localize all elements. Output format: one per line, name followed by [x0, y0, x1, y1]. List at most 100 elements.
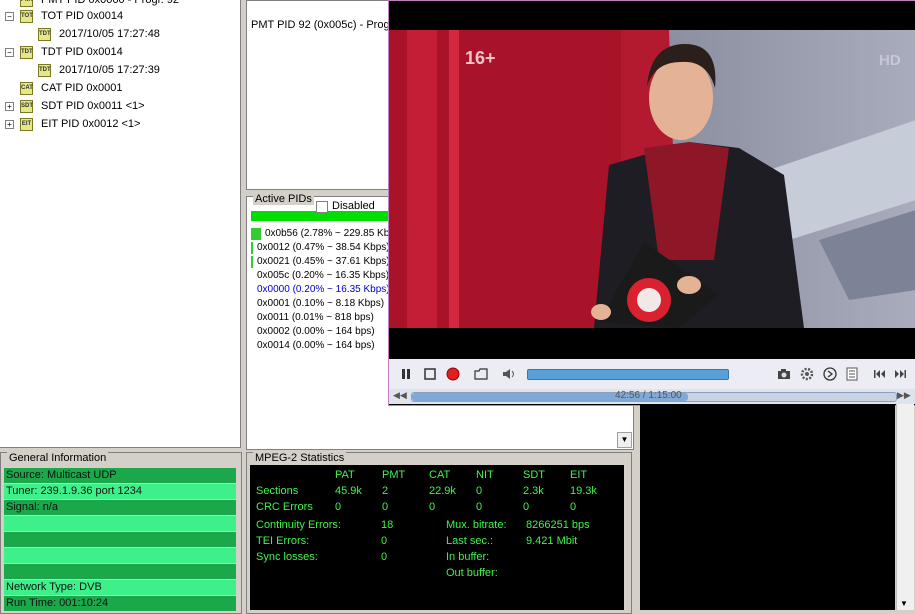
- age-rating-badge: 16+: [465, 48, 496, 68]
- seek-left-arrow-icon[interactable]: ◀◀: [393, 390, 407, 401]
- header-pmt: PMT: [382, 469, 406, 481]
- pid-bitrate-bar: [251, 256, 253, 268]
- pmt-detail-panel: PMT PID 92 (0x005c) - Progr: [246, 0, 390, 190]
- header-eit: EIT: [570, 469, 588, 481]
- last-sec-value: 9.421 Mbit: [526, 535, 578, 547]
- video-image: [389, 30, 915, 328]
- crc-sdt: 0: [523, 501, 530, 513]
- source-row: Source: Multicast UDP: [4, 468, 236, 483]
- preview-panel: [640, 404, 895, 610]
- channel-logo: HD: [879, 52, 901, 69]
- pid-row[interactable]: 0x0021 (0.45% ~ 37.61 Kbps): [257, 255, 390, 269]
- general-info-panel: Source: Multicast UDP Tuner: 239.1.9.36 …: [0, 452, 242, 614]
- tree-node-label[interactable]: SDT PID 0x0011 <1>: [41, 98, 145, 115]
- table-node-icon: TDT: [38, 28, 51, 41]
- tree-expander-icon[interactable]: +: [5, 120, 14, 129]
- record-icon[interactable]: [446, 367, 460, 381]
- vertical-scrollbar[interactable]: ▼: [896, 404, 914, 610]
- sections-sdt: 2.3k: [523, 485, 544, 497]
- tree-expander-icon[interactable]: +: [5, 102, 14, 111]
- mpeg-stats-title: MPEG-2 Statistics: [253, 452, 347, 464]
- mux-bitrate-value: 8266251 bps: [526, 519, 590, 531]
- table-node-icon: TDT: [20, 46, 33, 59]
- sections-pat: 45.9k: [335, 485, 362, 497]
- network-type-row: Network Type: DVB: [4, 580, 236, 595]
- sync-label: Sync losses:: [256, 551, 318, 563]
- tree-node-label[interactable]: EIT PID 0x0012 <1>: [41, 116, 140, 133]
- video-frame[interactable]: 16+ HD: [389, 30, 915, 328]
- tree-expander-icon[interactable]: −: [5, 12, 14, 21]
- sections-nit: 0: [476, 485, 483, 497]
- info-row-empty: [4, 532, 236, 547]
- pid-bitrate-bar: [251, 242, 253, 254]
- volume-slider[interactable]: [527, 369, 729, 380]
- tree-expander-icon[interactable]: −: [5, 48, 14, 57]
- open-folder-icon[interactable]: [474, 367, 488, 381]
- info-row-empty: [4, 516, 236, 531]
- crc-eit: 0: [570, 501, 577, 513]
- scroll-down-button[interactable]: ▼: [617, 432, 632, 448]
- mux-bitrate-label: Mux. bitrate:: [446, 519, 507, 531]
- pid-row[interactable]: 0x0002 (0.00% ~ 164 bps): [257, 325, 375, 339]
- seek-bar-area: ◀◀ 42:56 / 1:15:00 ▶▶: [389, 389, 915, 404]
- info-row-empty: [4, 564, 236, 579]
- tei-value: 0: [381, 535, 388, 547]
- playback-time: 42:56 / 1:15:00: [615, 390, 682, 401]
- video-player-window[interactable]: 16+ HD ◀◀ 42:56 / 1:15:00 ▶▶: [388, 0, 915, 406]
- seek-right-arrow-icon[interactable]: ▶▶: [897, 390, 911, 401]
- crc-label: CRC Errors: [256, 501, 313, 513]
- pid-tree[interactable]: PMT PMT PID 0x0060 - Progr. 92− TOT TOT PID…: [0, 0, 241, 448]
- pid-row[interactable]: 0x0014 (0.00% ~ 164 bps): [257, 339, 375, 353]
- signal-row: Signal: n/a: [4, 500, 236, 515]
- sections-cat: 22.9k: [429, 485, 456, 497]
- table-node-icon: PMT: [20, 0, 34, 7]
- table-node-icon: EIT: [20, 118, 33, 131]
- sections-eit: 19.3k: [570, 485, 597, 497]
- crc-cat: 0: [429, 501, 436, 513]
- tree-node-label[interactable]: 2017/10/05 17:27:48: [59, 26, 160, 43]
- camera-icon[interactable]: [777, 367, 791, 381]
- pid-row[interactable]: 0x0011 (0.01% ~ 818 bps): [257, 311, 374, 325]
- pmt-detail-text: PMT PID 92 (0x005c) - Progr: [251, 19, 390, 31]
- skip-forward-icon[interactable]: [893, 367, 907, 381]
- tei-label: TEI Errors:: [256, 535, 310, 547]
- sections-pmt: 2: [382, 485, 389, 497]
- header-sdt: SDT: [523, 469, 545, 481]
- crc-pat: 0: [335, 501, 342, 513]
- table-node-icon: TDT: [38, 64, 51, 77]
- pid-row[interactable]: 0x005c (0.20% ~ 16.35 Kbps): [257, 269, 389, 283]
- run-time-row: Run Time: 001:10:24: [4, 596, 236, 611]
- playlist-icon[interactable]: [845, 367, 859, 381]
- disabled-checkbox[interactable]: [316, 201, 328, 213]
- gear-icon[interactable]: [800, 367, 814, 381]
- scroll-down-arrow-icon[interactable]: ▼: [900, 599, 908, 608]
- pid-row[interactable]: 0x0012 (0.47% ~ 38.54 Kbps): [257, 241, 390, 255]
- tree-node-label[interactable]: CAT PID 0x0001: [41, 80, 123, 97]
- volume-icon[interactable]: [502, 367, 516, 381]
- sections-label: Sections: [256, 485, 299, 497]
- skip-back-icon[interactable]: [873, 367, 887, 381]
- out-buffer-label: Out buffer:: [446, 567, 498, 579]
- tree-node-label[interactable]: TDT PID 0x0014: [41, 44, 123, 61]
- sync-value: 0: [381, 551, 388, 563]
- table-node-icon: TOT: [20, 10, 33, 23]
- stop-icon[interactable]: [423, 367, 437, 381]
- tree-node-label[interactable]: TOT PID 0x0014: [41, 8, 123, 25]
- general-info-title: General Information: [7, 452, 109, 464]
- pid-row[interactable]: 0x0001 (0.10% ~ 8.18 Kbps): [257, 297, 384, 311]
- info-row-empty: [4, 548, 236, 563]
- pid-row[interactable]: 0x0b56 (2.78% ~ 229.85 Kbps: [265, 227, 400, 241]
- last-sec-label: Last sec.:: [446, 535, 494, 547]
- pid-bitrate-bar: [251, 228, 261, 240]
- crc-pmt: 0: [382, 501, 389, 513]
- header-cat: CAT: [429, 469, 451, 481]
- disabled-checkbox-label: Disabled: [332, 200, 375, 212]
- header-pat: PAT: [335, 469, 355, 481]
- pid-row[interactable]: 0x0000 (0.20% ~ 16.35 Kbps): [257, 283, 390, 297]
- crc-nit: 0: [476, 501, 483, 513]
- player-controls: [389, 359, 915, 389]
- tree-node-label[interactable]: 2017/10/05 17:27:39: [59, 62, 160, 79]
- pause-icon[interactable]: [399, 367, 413, 381]
- table-node-icon: CAT: [20, 82, 33, 95]
- next-circle-icon[interactable]: [823, 367, 837, 381]
